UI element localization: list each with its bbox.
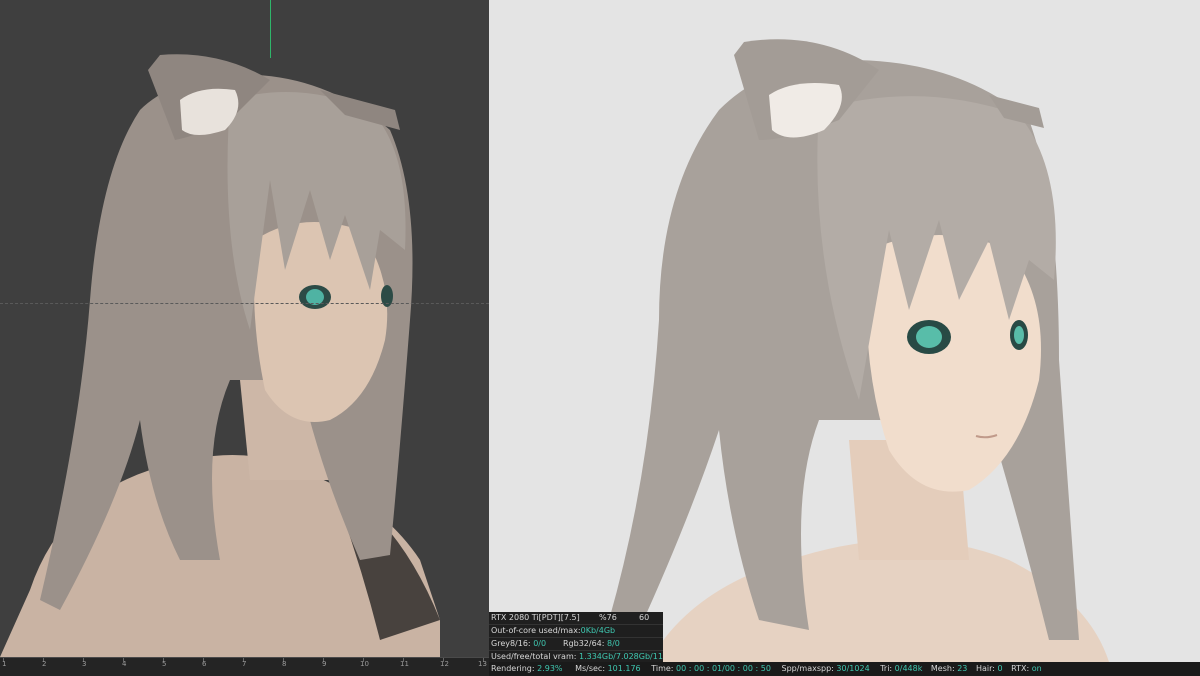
rendering-progress: 2.93% (537, 664, 563, 673)
timeline-tick: 4 (122, 660, 127, 668)
timeline-tick: 12 (440, 660, 449, 668)
mesh-label: Mesh: (930, 664, 955, 673)
vram-value: 1.334Gb/7.028Gb/11Gb (578, 652, 663, 661)
timeline-tick: 13 (478, 660, 487, 668)
rendering-label: Rendering: (491, 664, 535, 673)
tri-label: Tri: (880, 664, 893, 673)
stats-gpu-row: RTX 2080 Ti[PDT][7.5] %76 60 (489, 612, 663, 625)
gpu-value: 60 (639, 613, 650, 622)
tri-value: 0/448k (894, 664, 923, 673)
timeline-tick: 6 (202, 660, 207, 668)
out-of-core-label: Out-of-core used/max: (491, 626, 581, 635)
time-label: Time: (651, 664, 674, 673)
timeline-tick: 7 (242, 660, 247, 668)
rendered-character-image (609, 39, 1109, 662)
render-status-bar: Rendering: 2.93% Ms/sec: 101.176 Time: 0… (489, 662, 1200, 675)
rgb-value: 8/0 (607, 639, 620, 648)
timeline-ruler[interactable]: 1 2 3 4 5 6 7 8 9 10 11 12 13 (0, 657, 489, 676)
spp-label: Spp/maxspp: (781, 664, 834, 673)
vram-label: Used/free/total vram: (491, 652, 577, 661)
grey-label: Grey8/16: (491, 639, 531, 648)
ms-value: 101.176 (607, 664, 641, 673)
stats-out-of-core-row: Out-of-core used/max:0Kb/4Gb (489, 625, 663, 638)
y-axis-guide (270, 0, 271, 58)
render-viewport[interactable] (489, 0, 1200, 662)
gpu-percent: %76 (599, 613, 617, 622)
time-value: 00 : 00 : 01/00 : 00 : 50 (676, 664, 771, 673)
timeline-tick: 10 (360, 660, 369, 668)
timeline-tick: 9 (322, 660, 327, 668)
timeline-tick: 5 (162, 660, 167, 668)
horizon-guide (0, 303, 489, 304)
rtx-label: RTX: (1011, 664, 1030, 673)
render-stats-panel: RTX 2080 Ti[PDT][7.5] %76 60 Out-of-core u… (489, 612, 663, 662)
spp-value: 30/1024 (836, 664, 870, 673)
rgb-label: Rgb32/64: (563, 639, 605, 648)
timeline-tick: 8 (282, 660, 287, 668)
viewport-character-preview (0, 54, 440, 657)
rtx-value: on (1031, 664, 1042, 673)
grey-value: 0/0 (533, 639, 547, 648)
gpu-name: RTX 2080 Ti[PDT][7.5] (491, 613, 580, 622)
mesh-value: 23 (957, 664, 968, 673)
timeline-tick: 2 (42, 660, 47, 668)
timeline-tick: 11 (400, 660, 409, 668)
ms-label: Ms/sec: (575, 664, 606, 673)
out-of-core-value: 0Kb/4Gb (580, 626, 616, 635)
timeline-tick: 3 (82, 660, 87, 668)
viewport-panel[interactable] (0, 0, 489, 657)
hair-label: Hair: (975, 664, 995, 673)
stats-texture-row: Grey8/16: 0/0 Rgb32/64: 8/0 (489, 638, 663, 651)
timeline-tick: 1 (2, 660, 7, 668)
hair-value: 0 (997, 664, 1003, 673)
